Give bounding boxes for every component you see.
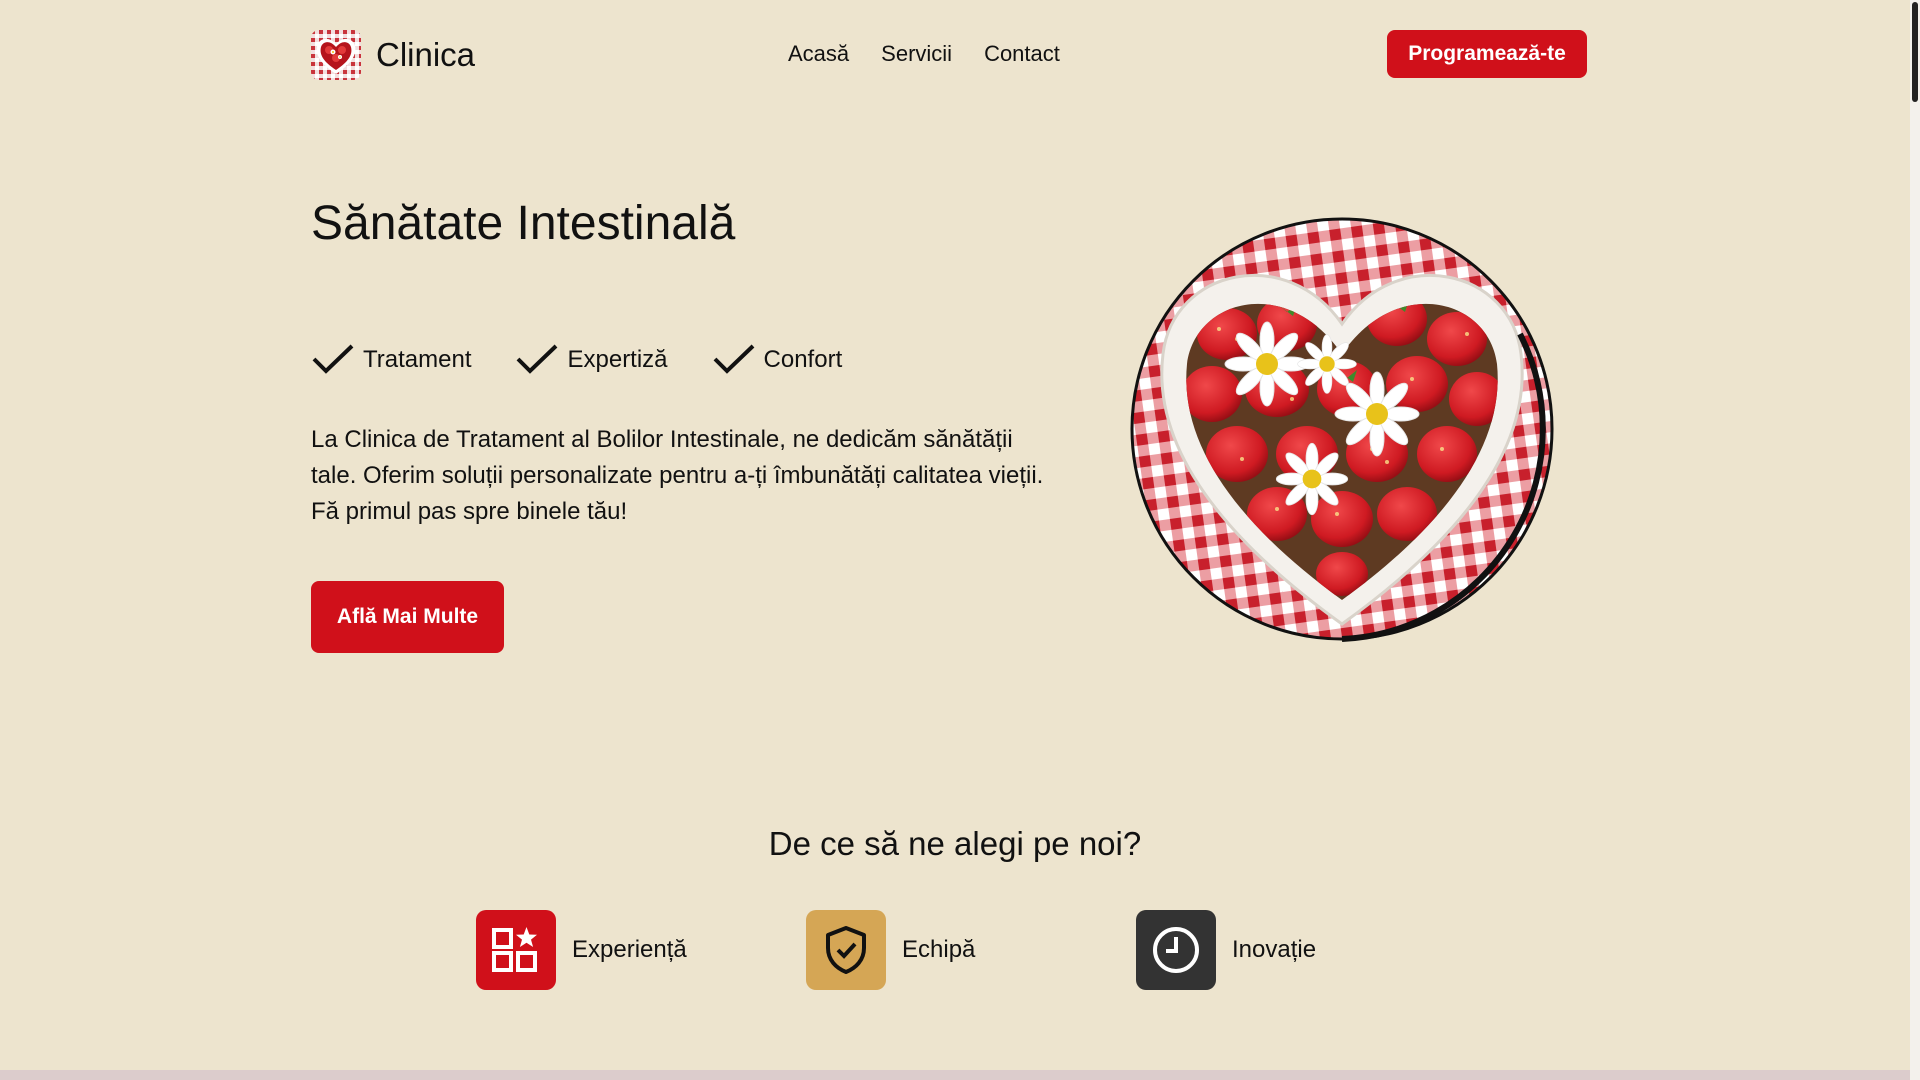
footer-strip: [0, 1070, 1910, 1080]
shield-check-icon: [806, 910, 886, 990]
checkmark-icon: [312, 344, 354, 374]
hero-title: Sănătate Intestinală: [311, 197, 736, 250]
scrollbar-thumb[interactable]: [1912, 2, 1918, 102]
hero-description: La Clinica de Tratament al Bolilor Intes…: [311, 426, 1044, 525]
main-nav: Acasă Servicii Contact: [788, 41, 1060, 67]
feature-label: Confort: [763, 346, 843, 373]
feature-treatment: Tratament: [311, 343, 471, 377]
why-item-team: Echipă: [806, 910, 975, 990]
page-scrollbar[interactable]: [1910, 0, 1920, 1080]
why-item-label: Experiență: [572, 936, 687, 963]
nav-link-contact[interactable]: Contact: [984, 41, 1060, 67]
nav-link-services[interactable]: Servicii: [881, 41, 952, 67]
feature-label: Expertiză: [567, 346, 668, 373]
why-us-title: De ce să ne alegi pe noi?: [768, 825, 1142, 862]
checkmark-icon: [713, 344, 754, 374]
feature-label: Tratament: [363, 346, 472, 373]
apps-star-icon: [476, 910, 556, 990]
page: Clinica Acasă Servicii Contact Programea…: [0, 0, 1920, 1080]
strawberry-heart-image: [1130, 217, 1554, 642]
hero-features: Tratament Expertiză Confort: [311, 343, 886, 377]
feature-comfort: Confort: [712, 343, 843, 377]
strawberry-heart-logo-icon: [311, 30, 361, 80]
clock-icon: [1136, 910, 1216, 990]
why-item-label: Echipă: [902, 936, 976, 963]
site-header: Clinica Acasă Servicii Contact Programea…: [0, 0, 1910, 108]
learn-more-button[interactable]: Află Mai Multe: [311, 581, 504, 653]
brand-logo[interactable]: Clinica: [311, 30, 475, 80]
nav-link-home[interactable]: Acasă: [788, 41, 849, 67]
why-item-experience: Experiență: [476, 910, 687, 990]
brand-name: Clinica: [376, 36, 476, 73]
feature-expertise: Expertiză: [515, 343, 668, 377]
why-item-label: Inovație: [1232, 936, 1317, 963]
book-appointment-button[interactable]: Programează-te: [1387, 30, 1587, 78]
why-item-innovation: Inovație: [1136, 910, 1316, 990]
checkmark-icon: [517, 344, 558, 374]
